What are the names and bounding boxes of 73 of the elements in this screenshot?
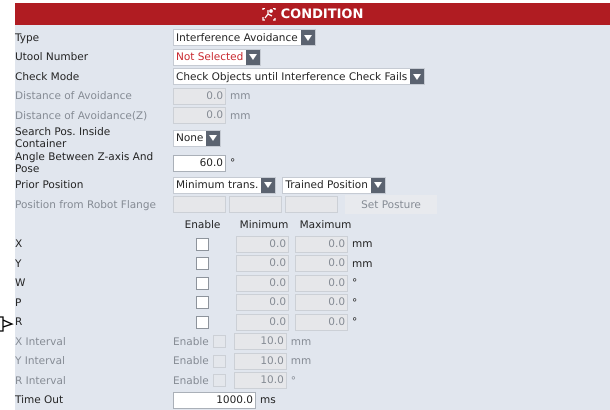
- enable-label: Enable: [173, 355, 209, 368]
- dropdown[interactable]: None: [173, 130, 222, 146]
- maximum-field: 0.0: [295, 294, 348, 312]
- field-label: Position from Robot Flange: [15, 198, 157, 211]
- dropdown[interactable]: Check Objects until Interference Check Fails: [173, 68, 426, 86]
- enable-label: Enable: [173, 336, 209, 348]
- minimum-field: 0.0: [236, 314, 289, 331]
- axis-label: Y: [15, 258, 22, 270]
- enable-label: Enable: [173, 374, 209, 387]
- interval-label: Y Interval: [15, 355, 66, 368]
- field-label: Distance of Avoidance(Z): [15, 110, 148, 122]
- column-header: Maximum: [298, 218, 352, 230]
- enable-checkbox[interactable]: [196, 276, 209, 290]
- field-label: Time Out: [15, 394, 64, 406]
- unit-label: °: [230, 157, 236, 169]
- unit-label: °: [290, 374, 296, 387]
- field-label: Type: [15, 32, 40, 44]
- axis-label: X: [15, 238, 24, 250]
- column-header: Enable: [184, 218, 222, 230]
- minimum-field: 0.0: [236, 236, 289, 253]
- field-label: Distance of Avoidance: [15, 90, 133, 102]
- enable-checkbox[interactable]: [196, 296, 209, 310]
- caret-icon: [261, 178, 276, 193]
- caret-icon: [300, 30, 315, 46]
- maximum-field: 0.0: [295, 236, 348, 253]
- unit-label: °: [352, 277, 358, 290]
- axis-label: P: [15, 296, 22, 309]
- field-label: Check Mode: [15, 70, 80, 83]
- maximum-field: 0.0: [295, 255, 348, 272]
- enable-checkbox[interactable]: [196, 238, 209, 251]
- unit-label: mm: [290, 355, 312, 368]
- caret-icon: [206, 130, 220, 146]
- enable-checkbox[interactable]: [196, 316, 209, 329]
- panel-title: CONDITION: [280, 6, 364, 22]
- number-field: 0.0: [173, 88, 226, 105]
- minimum-field: 0.0: [236, 255, 289, 272]
- dropdown[interactable]: Trained Position: [282, 176, 386, 194]
- pointer-icon: [0, 316, 15, 332]
- unit-label: ms: [260, 394, 276, 406]
- number-field: 0.0: [173, 107, 226, 124]
- unit-label: mm: [230, 110, 250, 122]
- number-field[interactable]: 60.0: [173, 154, 226, 172]
- interval-field: 10.0: [234, 333, 287, 350]
- minimum-field: 0.0: [236, 294, 289, 312]
- field-label: Angle Between Z-axis And Pose: [15, 150, 154, 176]
- enable-checkbox[interactable]: [196, 257, 209, 270]
- caret-icon: [246, 50, 260, 65]
- interval-field: 10.0: [234, 372, 287, 390]
- interval-label: X Interval: [15, 336, 67, 348]
- unit-label: mm: [352, 238, 372, 250]
- minimum-field: 0.0: [236, 274, 289, 292]
- maximum-field: 0.0: [295, 274, 348, 292]
- caret-icon: [370, 178, 385, 193]
- dropdown[interactable]: Interference Avoidance: [173, 29, 316, 46]
- field-label: Utool Number: [15, 51, 90, 64]
- unit-label: mm: [352, 258, 372, 270]
- column-header: Minimum: [238, 218, 290, 230]
- unit-label: °: [352, 316, 358, 328]
- unit-label: mm: [290, 336, 312, 348]
- interference-icon: [262, 8, 276, 20]
- unit-label: °: [352, 296, 358, 309]
- axis-label: W: [15, 277, 26, 290]
- field-label: Search Pos. Inside Container: [15, 126, 112, 150]
- unit-label: mm: [230, 90, 250, 102]
- field-label: Prior Position: [15, 179, 84, 192]
- dropdown[interactable]: Minimum trans.: [173, 176, 276, 194]
- caret-icon: [410, 69, 424, 84]
- dropdown[interactable]: Not Selected: [173, 48, 262, 66]
- interval-field: 10.0: [234, 352, 287, 370]
- interval-label: R Interval: [15, 374, 67, 387]
- timeout-field[interactable]: 1000.0: [173, 392, 256, 409]
- maximum-field: 0.0: [295, 314, 348, 331]
- axis-label: R: [15, 316, 24, 328]
